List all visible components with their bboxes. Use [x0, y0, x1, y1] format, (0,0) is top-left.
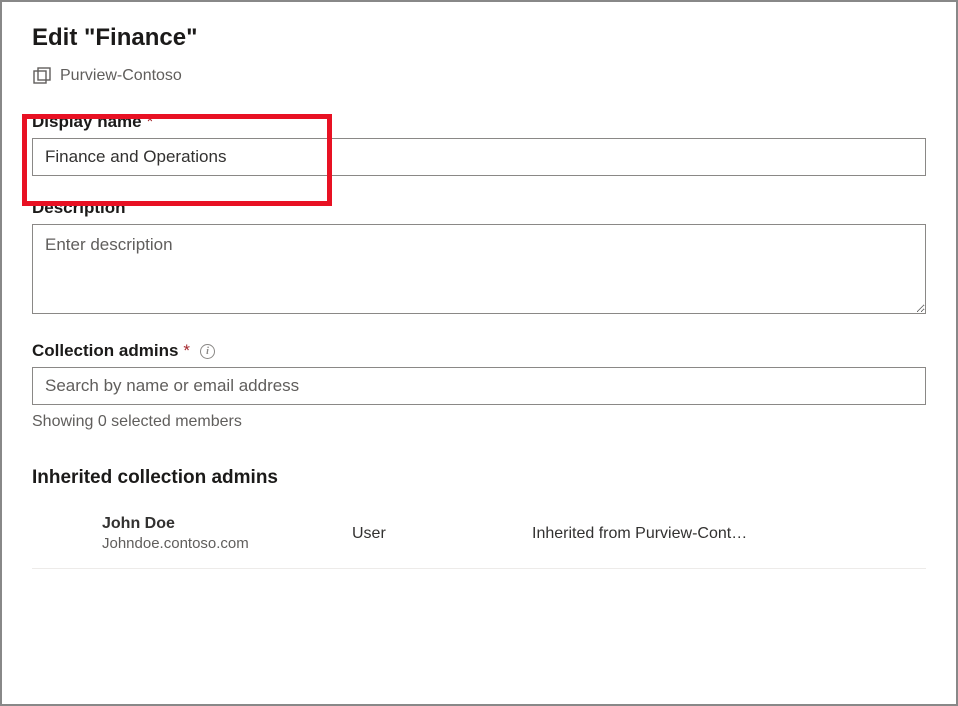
collection-admins-label: Collection admins * i: [32, 341, 926, 361]
selected-members-helper: Showing 0 selected members: [32, 413, 926, 431]
admin-name: John Doe: [102, 515, 352, 533]
info-icon[interactable]: i: [200, 344, 215, 359]
admin-email: Johndoe.contoso.com: [102, 535, 352, 552]
inherited-admin-row: John Doe Johndoe.contoso.com User Inheri…: [32, 507, 926, 569]
display-name-input[interactable]: [32, 138, 926, 176]
collection-admins-field: Collection admins * i Showing 0 selected…: [32, 341, 926, 431]
breadcrumb-text: Purview-Contoso: [60, 67, 182, 85]
description-label: Description: [32, 198, 926, 218]
required-indicator: *: [183, 341, 190, 361]
admin-type: User: [352, 525, 532, 543]
collection-icon: [32, 66, 52, 86]
display-name-label: Display name *: [32, 112, 926, 132]
description-input[interactable]: [32, 224, 926, 314]
inherited-admins-heading: Inherited collection admins: [32, 467, 926, 489]
collection-admins-label-text: Collection admins: [32, 341, 178, 361]
admin-inherited-from: Inherited from Purview-Cont…: [532, 525, 926, 543]
display-name-label-text: Display name: [32, 112, 142, 132]
breadcrumb: Purview-Contoso: [32, 66, 926, 86]
page-title: Edit "Finance": [32, 24, 926, 52]
description-field: Description: [32, 198, 926, 319]
admin-identity: John Doe Johndoe.contoso.com: [102, 515, 352, 552]
required-indicator: *: [147, 112, 154, 132]
description-label-text: Description: [32, 198, 126, 218]
display-name-field: Display name *: [32, 112, 926, 176]
collection-admins-search-input[interactable]: [32, 367, 926, 405]
